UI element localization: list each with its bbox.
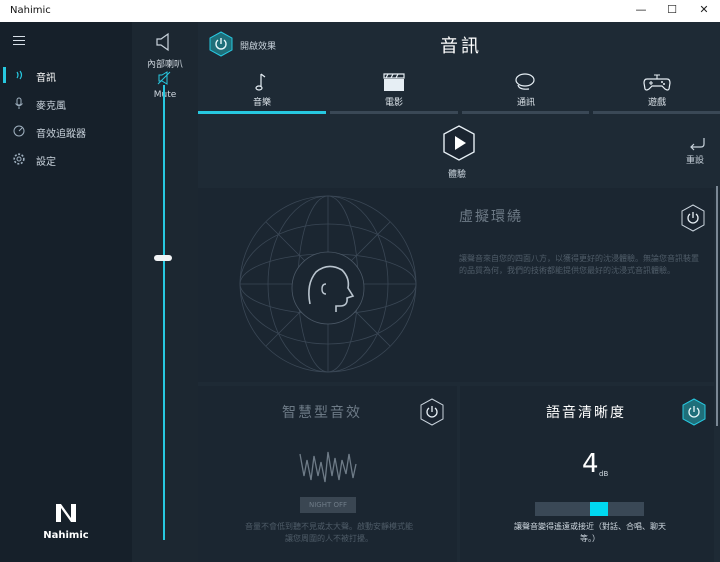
maximize-button[interactable]: ☐	[657, 3, 687, 19]
voice-clarity-slider[interactable]	[535, 502, 644, 516]
sidebar-item-label: 音訊	[36, 73, 56, 84]
voice-clarity-description: 讓聲音變得遙遠或接近（對話、合唱、聊天等。）	[514, 522, 666, 543]
voice-clarity-value: 4	[582, 449, 599, 479]
voice-clarity-title: 語音清晰度	[546, 405, 626, 421]
volume-slider-thumb[interactable]	[154, 254, 172, 261]
logo-text: Nahimic	[43, 530, 89, 541]
close-button[interactable]: ✕	[689, 3, 719, 19]
clapperboard-icon	[383, 73, 405, 91]
tab-movie[interactable]: 電影	[329, 68, 459, 114]
tab-underline	[330, 111, 458, 114]
smart-volume-title: 智慧型音效	[282, 405, 362, 421]
voice-clarity-unit: dB	[599, 470, 609, 478]
tab-label: 通訊	[516, 98, 535, 108]
tab-label: 音樂	[252, 98, 271, 108]
audio-wave-icon	[12, 68, 26, 82]
title-bar: Nahimic — ☐ ✕	[0, 0, 720, 22]
page-title: 音訊	[440, 36, 482, 57]
nahimic-logo: Nahimic	[36, 502, 96, 541]
tab-label: 電影	[384, 98, 403, 108]
surround-sphere-graphic	[239, 195, 417, 373]
tab-communication[interactable]: 通訊	[461, 68, 591, 114]
sidebar: 音訊 麥克風 音效追蹤器 設定 Nahimic	[0, 22, 132, 562]
effect-label: 開啟效果	[240, 42, 277, 52]
tab-underline	[462, 111, 589, 114]
hamburger-menu-icon[interactable]	[13, 36, 25, 45]
sidebar-item-audio[interactable]: 音訊	[0, 65, 132, 85]
window-title: Nahimic	[10, 5, 51, 16]
tab-underline-active	[198, 111, 326, 114]
minimize-button[interactable]: —	[626, 3, 656, 19]
sidebar-item-label: 音效追蹤器	[36, 129, 86, 140]
gear-icon	[12, 152, 26, 166]
sound-tracker-icon	[12, 124, 26, 138]
effect-power-toggle[interactable]	[208, 31, 234, 57]
volume-panel: 內部喇叭 Mute	[132, 22, 198, 562]
voice-clarity-slider-fill[interactable]	[589, 502, 608, 516]
tab-gaming[interactable]: 遊戲	[592, 68, 720, 114]
volume-slider-track[interactable]	[163, 85, 165, 540]
gamepad-icon	[643, 74, 671, 91]
reset-label[interactable]: 重設	[686, 153, 704, 166]
play-label: 體驗	[448, 170, 467, 180]
virtual-surround-description: 讓聲音來自您的四面八方，以獲得更好的沈浸體驗。無論您音訊裝置的品質為何，我們的技…	[459, 254, 699, 275]
tab-music[interactable]: 音樂	[197, 68, 327, 114]
virtual-surround-power-toggle[interactable]	[680, 204, 706, 232]
smart-volume-description: 音量不會低到聽不見或太大聲。啟動安靜模式能讓您周圍的人不被打擾。	[245, 522, 413, 543]
sidebar-item-label: 設定	[36, 157, 56, 168]
tab-underline	[593, 111, 720, 114]
speaker-icon[interactable]	[154, 31, 174, 53]
sidebar-item-microphone[interactable]: 麥克風	[0, 93, 132, 113]
sidebar-item-sound-tracker[interactable]: 音效追蹤器	[0, 121, 132, 141]
mute-icon[interactable]	[156, 70, 172, 86]
nahimic-logo-icon	[56, 504, 76, 522]
device-label: 內部喇叭	[146, 60, 183, 70]
mute-label: Mute	[132, 90, 198, 100]
microphone-icon	[12, 96, 26, 110]
sidebar-item-label: 麥克風	[36, 101, 66, 112]
chat-bubbles-icon	[515, 73, 535, 90]
waveform-icon	[299, 451, 357, 483]
sidebar-item-settings[interactable]: 設定	[0, 149, 132, 169]
play-button[interactable]	[442, 124, 476, 162]
tab-label: 遊戲	[647, 98, 666, 108]
reset-icon[interactable]	[686, 136, 708, 152]
night-mode-button[interactable]: NIGHT OFF	[300, 497, 356, 513]
virtual-surround-title: 虛擬環繞	[459, 209, 523, 225]
music-note-icon	[255, 73, 266, 91]
scrollbar[interactable]	[716, 186, 718, 426]
voice-clarity-power-toggle[interactable]	[681, 398, 707, 426]
smart-volume-power-toggle[interactable]	[419, 398, 445, 426]
